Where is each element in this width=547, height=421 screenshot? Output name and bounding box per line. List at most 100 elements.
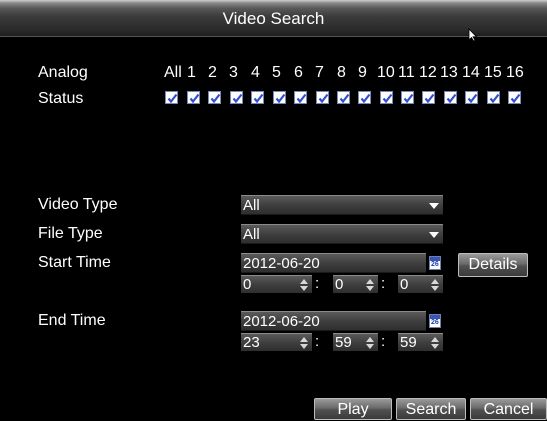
calendar-day: 26 (431, 319, 439, 326)
checkbox-checked-icon (467, 93, 478, 104)
channel-checkbox-4[interactable] (251, 91, 264, 104)
channel-label-12: 12 (419, 64, 437, 81)
mouse-pointer-icon (468, 28, 478, 42)
chevron-down-icon (429, 203, 439, 209)
end-minute-value: 59 (335, 334, 352, 351)
calendar-icon[interactable]: 26 (429, 314, 441, 328)
video-search-dialog: Video Search Analog Status All 1 2 3 4 5… (0, 0, 547, 420)
channel-label-2: 2 (208, 64, 217, 81)
start-second-spinner[interactable]: 0 (398, 275, 443, 293)
spinner-up-icon[interactable] (431, 279, 439, 284)
spinner-down-icon[interactable] (366, 286, 374, 291)
checkbox-checked-icon (232, 93, 243, 104)
spinner-up-icon[interactable] (300, 279, 308, 284)
checkbox-checked-icon (382, 93, 393, 104)
checkbox-checked-icon (360, 93, 371, 104)
channel-checkbox-10[interactable] (380, 91, 393, 104)
file-type-label: File Type (38, 225, 103, 242)
spinner-down-icon[interactable] (300, 286, 308, 291)
channel-checkbox-16[interactable] (508, 91, 521, 104)
end-minute-spinner[interactable]: 59 (333, 333, 378, 351)
channel-label-8: 8 (337, 64, 346, 81)
calendar-icon[interactable]: 26 (429, 256, 441, 270)
checkbox-checked-icon (210, 93, 221, 104)
start-hour-spinner[interactable]: 0 (241, 275, 312, 293)
channel-label-1: 1 (187, 64, 196, 81)
channel-checkbox-11[interactable] (401, 91, 414, 104)
channel-checkbox-1[interactable] (187, 91, 200, 104)
channel-label-6: 6 (294, 64, 303, 81)
end-date-value: 2012-06-20 (243, 313, 320, 330)
checkbox-checked-icon (403, 93, 414, 104)
spinner-down-icon[interactable] (431, 286, 439, 291)
channel-label-5: 5 (272, 64, 281, 81)
checkbox-checked-icon (510, 93, 521, 104)
start-hour-value: 0 (243, 276, 252, 293)
channel-label-10: 10 (377, 64, 395, 81)
search-button[interactable]: Search (396, 398, 466, 420)
channel-checkbox-14[interactable] (465, 91, 478, 104)
spinner-up-icon[interactable] (366, 279, 374, 284)
checkbox-checked-icon (424, 93, 435, 104)
end-hour-spinner[interactable]: 23 (241, 333, 312, 351)
start-minute-value: 0 (335, 276, 344, 293)
time-separator: : (381, 275, 386, 292)
channel-label-9: 9 (358, 64, 367, 81)
channel-all-label: All (164, 64, 182, 81)
checkbox-checked-icon (489, 93, 500, 104)
chevron-down-icon (429, 232, 439, 238)
channel-checkbox-3[interactable] (230, 91, 243, 104)
channel-checkbox-8[interactable] (337, 91, 350, 104)
channel-checkbox-2[interactable] (208, 91, 221, 104)
spinner-down-icon[interactable] (431, 344, 439, 349)
channel-label-11: 11 (398, 64, 415, 81)
end-date-field[interactable]: 2012-06-20 (241, 311, 426, 331)
channel-label-14: 14 (462, 64, 480, 81)
video-type-select[interactable]: All (241, 195, 443, 215)
channel-label-16: 16 (506, 64, 524, 81)
end-time-label: End Time (38, 312, 106, 329)
spinner-down-icon[interactable] (366, 344, 374, 349)
file-type-select[interactable]: All (241, 224, 443, 244)
play-button[interactable]: Play (314, 398, 392, 420)
spinner-up-icon[interactable] (300, 337, 308, 342)
cancel-button[interactable]: Cancel (470, 398, 547, 420)
channel-checkbox-12[interactable] (422, 91, 435, 104)
channel-checkbox-6[interactable] (294, 91, 307, 104)
video-type-value: All (243, 197, 260, 214)
spinner-down-icon[interactable] (300, 344, 308, 349)
end-second-value: 59 (400, 334, 417, 351)
spinner-up-icon[interactable] (366, 337, 374, 342)
channel-label-4: 4 (251, 64, 260, 81)
checkbox-checked-icon (253, 93, 264, 104)
end-hour-value: 23 (243, 334, 260, 351)
end-second-spinner[interactable]: 59 (398, 333, 443, 351)
channel-checkbox-13[interactable] (444, 91, 457, 104)
channel-checkbox-7[interactable] (316, 91, 329, 104)
spinner-up-icon[interactable] (431, 337, 439, 342)
dialog-title: Video Search (222, 9, 325, 28)
start-date-field[interactable]: 2012-06-20 (241, 253, 426, 273)
channel-checkbox-5[interactable] (273, 91, 286, 104)
channel-label-3: 3 (229, 64, 238, 81)
checkbox-checked-icon (318, 93, 329, 104)
status-label: Status (38, 90, 84, 107)
channel-label-15: 15 (484, 64, 502, 81)
channel-checkbox-15[interactable] (487, 91, 500, 104)
file-type-value: All (243, 226, 260, 243)
checkbox-checked-icon (296, 93, 307, 104)
time-separator: : (381, 333, 386, 350)
time-separator: : (315, 333, 320, 350)
channel-label-7: 7 (315, 64, 324, 81)
channel-checkbox-9[interactable] (358, 91, 371, 104)
video-type-label: Video Type (38, 196, 118, 213)
details-button[interactable]: Details (458, 253, 528, 277)
start-minute-spinner[interactable]: 0 (333, 275, 378, 293)
time-separator: : (315, 275, 320, 292)
start-date-value: 2012-06-20 (243, 255, 320, 272)
checkbox-checked-icon (339, 93, 350, 104)
checkbox-checked-icon (446, 93, 457, 104)
start-second-value: 0 (400, 276, 409, 293)
channel-all-checkbox[interactable] (165, 91, 178, 104)
title-bar: Video Search (0, 0, 547, 37)
